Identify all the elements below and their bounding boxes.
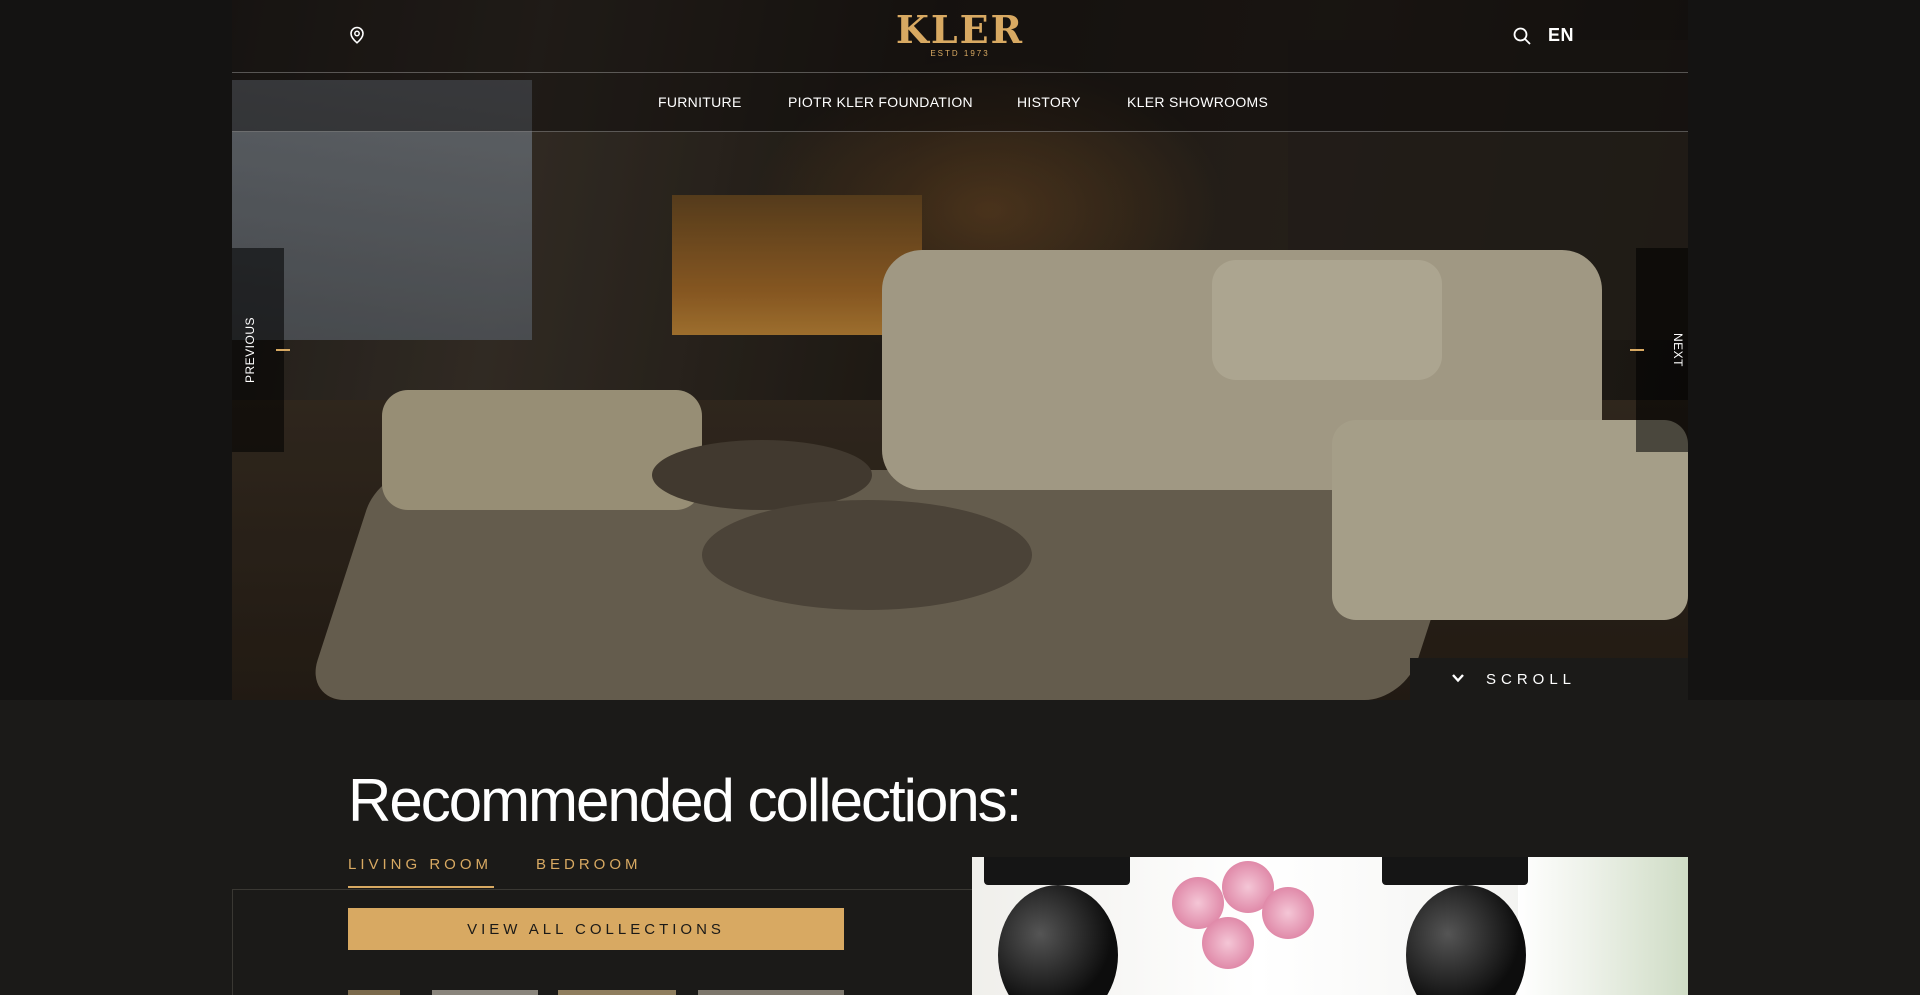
scroll-button[interactable]: SCROLL xyxy=(1410,658,1688,700)
previous-label: PREVIOUS xyxy=(243,316,257,384)
language-switch[interactable]: EN xyxy=(1548,25,1574,46)
header-divider xyxy=(232,72,1688,73)
previous-slide-button[interactable]: PREVIOUS xyxy=(232,248,290,452)
view-all-collections-button[interactable]: VIEW ALL COLLECTIONS xyxy=(348,908,844,950)
logo-name: KLER xyxy=(895,7,1025,52)
nav-item-foundation[interactable]: PIOTR KLER FOUNDATION xyxy=(788,94,973,110)
panel-border xyxy=(232,889,233,995)
chevron-down-icon xyxy=(1452,674,1464,683)
previous-dash xyxy=(276,349,290,351)
feature-lamp-base xyxy=(998,885,1118,995)
next-label: NEXT xyxy=(1671,332,1685,368)
map-pin-icon[interactable] xyxy=(348,26,366,44)
collection-thumbnail[interactable] xyxy=(558,990,676,995)
collection-thumbnail[interactable] xyxy=(698,990,844,995)
feature-window xyxy=(1518,857,1688,995)
feature-flower xyxy=(1202,917,1254,969)
section-title: Recommended collections: xyxy=(348,767,1022,834)
tab-bedroom[interactable]: BEDROOM xyxy=(536,856,642,873)
collection-thumbnail[interactable] xyxy=(348,990,400,995)
active-tab-underline xyxy=(348,886,494,888)
next-slide-button[interactable]: NEXT xyxy=(1630,248,1688,452)
feature-lamp-base xyxy=(1406,885,1526,995)
logo[interactable]: KLER ESTD 1973 xyxy=(860,7,1060,59)
search-icon[interactable] xyxy=(1512,26,1532,46)
scroll-label: SCROLL xyxy=(1486,671,1577,688)
nav-item-furniture[interactable]: FURNITURE xyxy=(658,94,742,110)
nav-item-showrooms[interactable]: KLER SHOWROOMS xyxy=(1127,94,1268,110)
feature-lamp-shade xyxy=(1382,857,1528,885)
tab-living-room[interactable]: LIVING ROOM xyxy=(348,856,492,873)
tabs-divider xyxy=(232,889,972,890)
nav-divider xyxy=(232,131,1688,132)
feature-flower xyxy=(1262,887,1314,939)
logo-est: ESTD 1973 xyxy=(930,49,990,58)
nav-item-history[interactable]: HISTORY xyxy=(1017,94,1081,110)
feature-lamp-shade xyxy=(984,857,1130,885)
next-dash xyxy=(1630,349,1644,351)
collection-thumbnail[interactable] xyxy=(432,990,538,995)
featured-collection-image[interactable] xyxy=(972,857,1688,995)
